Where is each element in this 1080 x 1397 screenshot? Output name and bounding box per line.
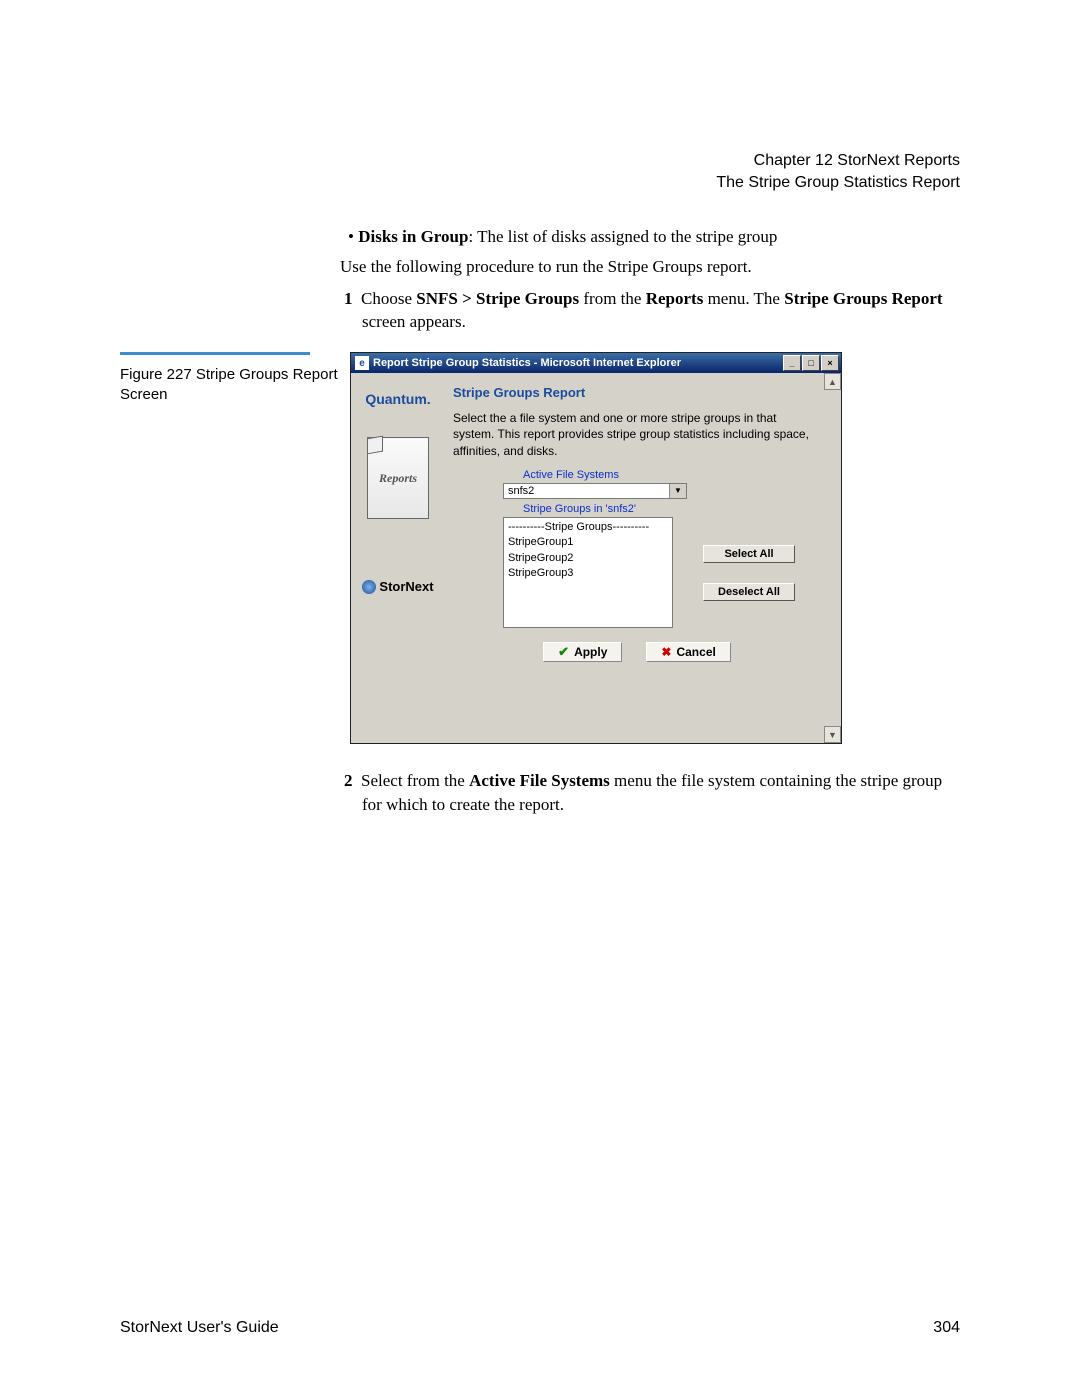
apply-button[interactable]: ✔ Apply (543, 642, 622, 662)
check-icon: ✔ (558, 645, 569, 658)
select-all-button[interactable]: Select All (703, 545, 795, 563)
stor-next-label: StorNext (379, 579, 433, 594)
step-1-pre: Choose (361, 289, 416, 308)
maximize-button[interactable]: □ (802, 355, 820, 371)
document-page: Chapter 12 StorNext Reports The Stripe G… (0, 0, 1080, 1397)
step-1-bold-3: Stripe Groups Report (784, 289, 942, 308)
stripe-groups-label: Stripe Groups in 'snfs2' (523, 503, 821, 515)
step-1-post: screen appears. (362, 312, 466, 331)
figure-caption: Figure 227 Stripe Groups Report Screen (120, 365, 340, 404)
folder-tab-icon (367, 436, 383, 455)
stor-next-brand: StorNext (355, 579, 441, 594)
figure-caption-column: Figure 227 Stripe Groups Report Screen (120, 352, 350, 404)
step-1-mid2: menu. The (703, 289, 784, 308)
select-value: snfs2 (508, 485, 534, 497)
bullet-label: Disks in Group (358, 227, 468, 246)
step-1-mid: from the (579, 289, 646, 308)
panel-title: Stripe Groups Report (453, 385, 821, 400)
step-1: 1 Choose SNFS > Stripe Groups from the R… (362, 287, 960, 335)
cancel-button[interactable]: ✖ Cancel (646, 642, 730, 662)
stripe-groups-listbox[interactable]: ----------Stripe Groups---------- Stripe… (503, 517, 673, 628)
scroll-down-icon[interactable]: ▼ (824, 726, 841, 743)
footer-left: StorNext User's Guide (120, 1319, 279, 1337)
step-1-bold-1: SNFS > Stripe Groups (416, 289, 579, 308)
active-file-systems-label: Active File Systems (523, 469, 821, 481)
post-figure-text: 2 Select from the Active File Systems me… (340, 769, 960, 817)
page-header: Chapter 12 StorNext Reports The Stripe G… (716, 150, 960, 195)
scroll-up-icon[interactable]: ▲ (824, 373, 841, 390)
step-1-bold-2: Reports (646, 289, 704, 308)
step-1-num: 1 (344, 289, 353, 308)
section-line: The Stripe Group Statistics Report (716, 172, 960, 194)
close-button[interactable]: × (821, 355, 839, 371)
caption-rule (120, 352, 310, 355)
globe-icon (362, 580, 376, 594)
list-item[interactable]: ----------Stripe Groups---------- (508, 520, 668, 535)
main-panel: Stripe Groups Report Select the a file s… (445, 373, 841, 743)
body-text: Disks in Group: The list of disks assign… (340, 225, 960, 334)
chevron-down-icon[interactable]: ▼ (669, 484, 686, 498)
ie-app-icon: e (355, 356, 369, 370)
page-footer: StorNext User's Guide 304 (120, 1319, 960, 1337)
reports-module-icon[interactable]: Reports (367, 437, 429, 519)
selection-buttons: Select All Deselect All (703, 545, 795, 601)
figure-row: Figure 227 Stripe Groups Report Screen e… (120, 352, 960, 744)
list-item[interactable]: StripeGroup2 (508, 551, 668, 566)
action-row: ✔ Apply ✖ Cancel (453, 628, 821, 678)
bullet-disks-in-group: Disks in Group: The list of disks assign… (362, 225, 960, 249)
step-2: 2 Select from the Active File Systems me… (362, 769, 960, 817)
apply-label: Apply (574, 645, 607, 659)
step-2-pre: Select from the (361, 771, 469, 790)
window-title: Report Stripe Group Statistics - Microso… (373, 357, 783, 369)
form-area: Active File Systems snfs2 ▼ Stripe Group… (483, 469, 821, 628)
x-icon: ✖ (661, 646, 671, 658)
list-item[interactable]: StripeGroup3 (508, 566, 668, 581)
footer-page-number: 304 (933, 1319, 960, 1337)
ie-body: ▲ ▼ Quantum. Reports StorNext Stripe Gro… (351, 373, 841, 743)
panel-description: Select the a file system and one or more… (453, 410, 821, 459)
active-file-systems-select[interactable]: snfs2 ▼ (503, 483, 687, 499)
list-item[interactable]: StripeGroup1 (508, 535, 668, 550)
intro-paragraph: Use the following procedure to run the S… (340, 255, 960, 279)
deselect-all-button[interactable]: Deselect All (703, 583, 795, 601)
reports-label: Reports (379, 471, 417, 486)
titlebar[interactable]: e Report Stripe Group Statistics - Micro… (351, 353, 841, 373)
listbox-row: ----------Stripe Groups---------- Stripe… (483, 517, 821, 628)
step-2-bold-1: Active File Systems (469, 771, 610, 790)
minimize-button[interactable]: _ (783, 355, 801, 371)
quantum-logo: Quantum. (355, 391, 441, 407)
window-buttons: _ □ × (783, 355, 839, 371)
ie-window: e Report Stripe Group Statistics - Micro… (350, 352, 842, 744)
step-2-num: 2 (344, 771, 353, 790)
chapter-line: Chapter 12 StorNext Reports (716, 150, 960, 172)
bullet-desc: : The list of disks assigned to the stri… (468, 227, 777, 246)
cancel-label: Cancel (676, 645, 715, 659)
left-panel: Quantum. Reports StorNext (351, 373, 445, 743)
